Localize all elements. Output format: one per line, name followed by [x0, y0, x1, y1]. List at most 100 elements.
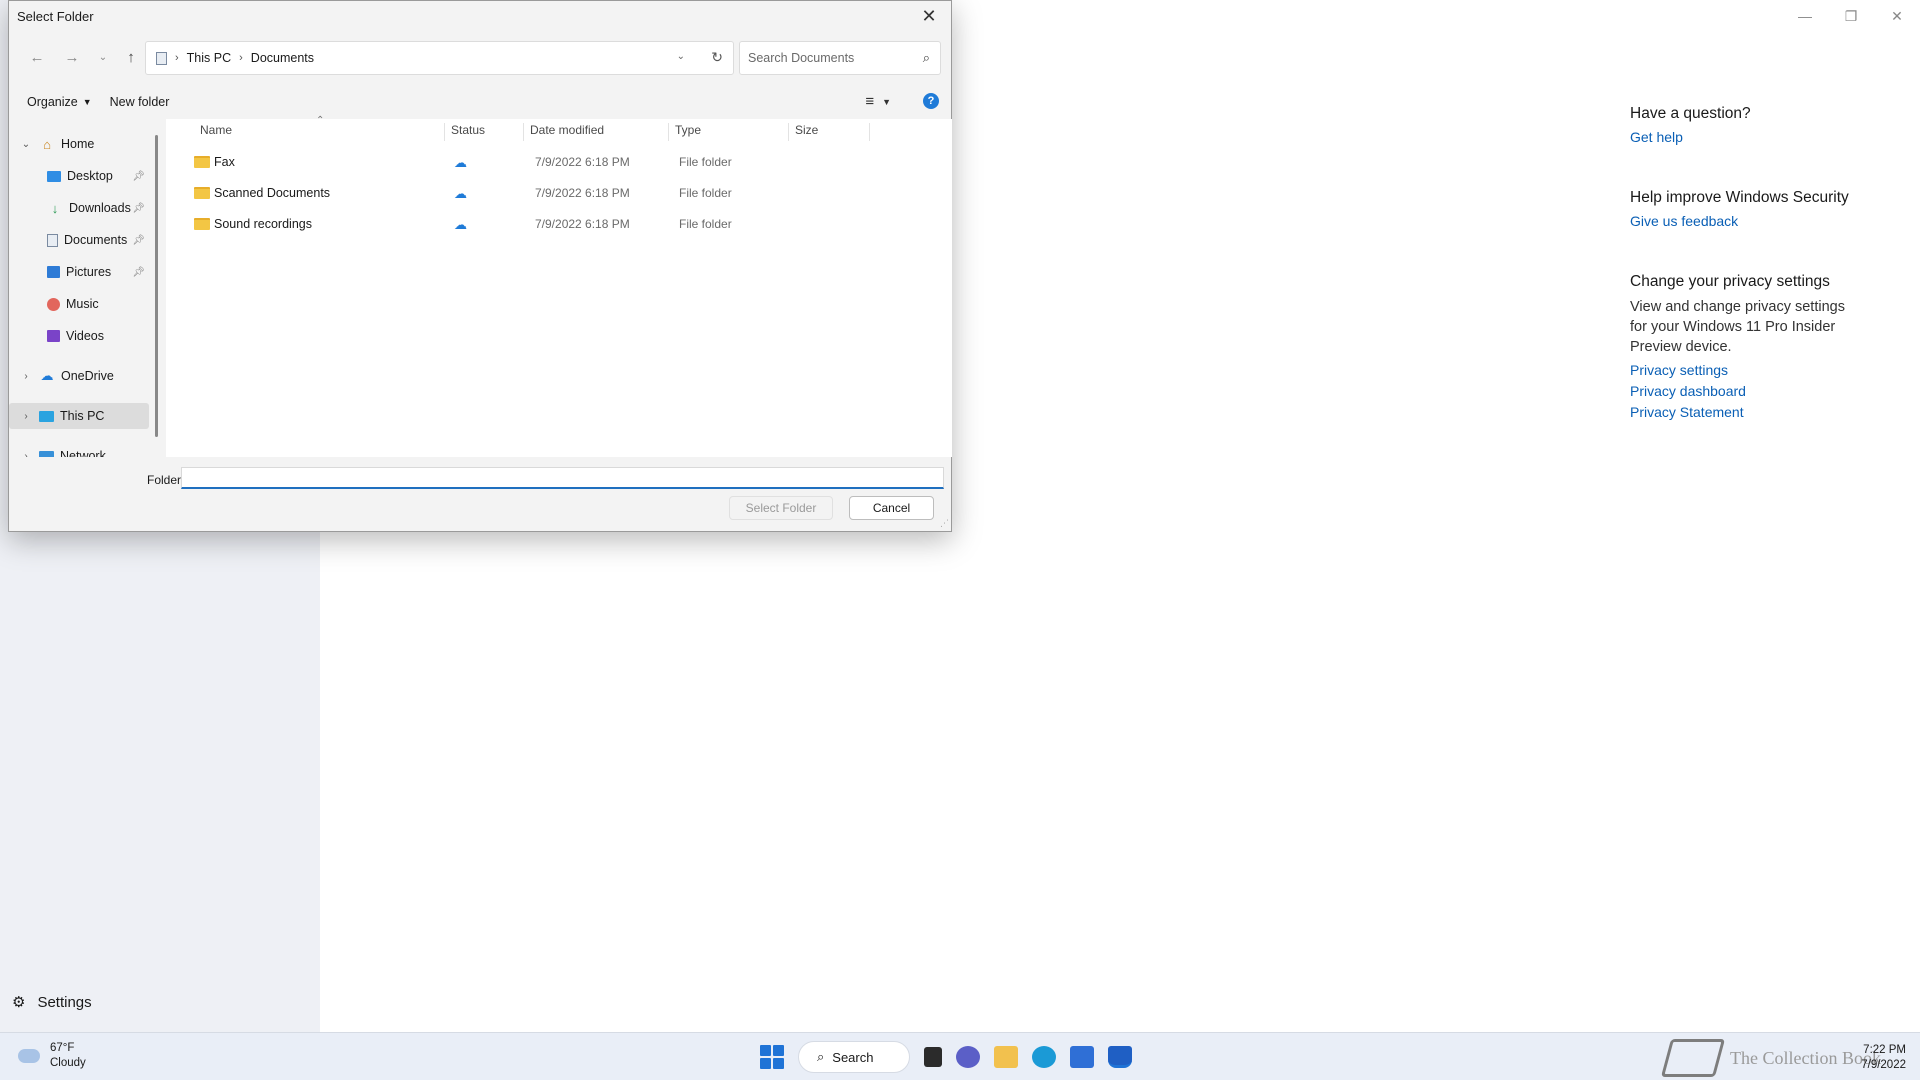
- search-input[interactable]: Search Documents ⌕: [739, 41, 941, 75]
- chevron-down-icon[interactable]: ⌄: [677, 51, 685, 62]
- nav-item-home[interactable]: ⌄ ⌂ Home: [9, 131, 149, 157]
- nav-item-videos[interactable]: Videos: [9, 323, 149, 349]
- column-headers: ⌃ Name Status Date modified Type Size: [166, 115, 952, 141]
- nav-item-label: This PC: [60, 409, 105, 423]
- nav-item-label: Desktop: [67, 169, 113, 183]
- help-icon[interactable]: ?: [923, 93, 939, 109]
- file-date: 7/9/2022 6:18 PM: [535, 217, 630, 231]
- breadcrumb-separator-icon: ›: [239, 52, 243, 64]
- chevron-right-icon[interactable]: ›: [19, 411, 33, 422]
- recent-locations-chevron-icon[interactable]: ⌄: [91, 47, 115, 67]
- windows-security-icon[interactable]: [1108, 1046, 1132, 1068]
- feedback-link[interactable]: Give us feedback: [1630, 213, 1860, 229]
- start-windows-icon[interactable]: [760, 1045, 784, 1069]
- pin-icon: 📌︎: [132, 234, 145, 246]
- nav-item-music[interactable]: Music: [9, 291, 149, 317]
- task-view-icon[interactable]: [924, 1047, 942, 1067]
- organize-label: Organize: [27, 95, 78, 109]
- close-icon[interactable]: ✕: [1874, 0, 1920, 32]
- help-panel: Have a question? Get help Help improve W…: [1630, 105, 1860, 464]
- column-header-size[interactable]: Size: [789, 123, 870, 141]
- caret-down-icon: ▼: [82, 97, 92, 107]
- get-help-link[interactable]: Get help: [1630, 129, 1860, 145]
- file-explorer-icon[interactable]: [994, 1046, 1018, 1068]
- chevron-right-icon[interactable]: ›: [19, 451, 33, 458]
- file-date: 7/9/2022 6:18 PM: [535, 186, 630, 200]
- new-folder-label: New folder: [109, 95, 170, 109]
- organize-button[interactable]: Organize ▼: [18, 95, 101, 109]
- weather-temperature: 67°F: [50, 1042, 75, 1054]
- file-row[interactable]: Fax ☁ 7/9/2022 6:18 PM File folder: [166, 149, 866, 175]
- view-options-button[interactable]: ≡ ▼: [865, 93, 891, 110]
- column-header-date-modified[interactable]: Date modified: [524, 123, 669, 141]
- downloads-icon: ↓: [51, 200, 59, 216]
- close-icon[interactable]: ✕: [907, 1, 951, 31]
- navigation-scrollbar[interactable]: [155, 135, 158, 437]
- taskbar-clock[interactable]: 7:22 PM 7/9/2022: [1861, 1043, 1906, 1073]
- cloudy-weather-icon: [18, 1049, 40, 1063]
- column-header-status[interactable]: Status: [445, 123, 524, 141]
- cancel-button[interactable]: Cancel: [849, 496, 934, 520]
- search-icon[interactable]: ⌕: [923, 50, 930, 66]
- breadcrumb-this-pc[interactable]: This PC: [187, 51, 231, 65]
- dialog-titlebar: Select Folder ✕: [9, 1, 951, 31]
- nav-item-desktop[interactable]: Desktop 📌︎: [9, 163, 149, 189]
- select-folder-button[interactable]: Select Folder: [729, 496, 833, 520]
- taskbar-search-button[interactable]: ⌕ Search: [798, 1041, 910, 1073]
- folder-icon: [194, 187, 210, 199]
- cloud-sync-icon: ☁: [454, 155, 467, 170]
- file-row[interactable]: Scanned Documents ☁ 7/9/2022 6:18 PM Fil…: [166, 180, 866, 206]
- back-arrow-icon[interactable]: ←: [25, 47, 49, 67]
- cloud-sync-icon: ☁: [454, 217, 467, 232]
- folder-name-input[interactable]: [181, 467, 944, 489]
- nav-item-this-pc[interactable]: › This PC: [9, 403, 149, 429]
- chevron-down-icon[interactable]: ⌄: [19, 139, 33, 150]
- documents-location-icon: [156, 51, 167, 65]
- resize-grip-icon[interactable]: ⋰: [940, 518, 949, 529]
- breadcrumb-documents[interactable]: Documents: [251, 51, 314, 65]
- privacy-settings-link[interactable]: Privacy settings: [1630, 362, 1860, 378]
- settings-nav-item[interactable]: ⚙ Settings: [12, 993, 92, 1012]
- chevron-right-icon[interactable]: ›: [19, 371, 33, 382]
- select-folder-dialog: Select Folder ✕ ← → ⌄ ↑ › This PC › Docu…: [8, 0, 952, 532]
- clock-time: 7:22 PM: [1863, 1044, 1906, 1056]
- privacy-dashboard-link[interactable]: Privacy dashboard: [1630, 383, 1860, 399]
- nav-item-onedrive[interactable]: › ☁ OneDrive: [9, 363, 149, 389]
- file-type: File folder: [679, 186, 732, 200]
- file-row[interactable]: Sound recordings ☁ 7/9/2022 6:18 PM File…: [166, 211, 866, 237]
- search-icon: ⌕: [817, 1049, 825, 1064]
- nav-item-network[interactable]: › Network: [9, 443, 149, 457]
- microsoft-store-icon[interactable]: [1070, 1046, 1094, 1068]
- nav-item-pictures[interactable]: Pictures 📌︎: [9, 259, 149, 285]
- nav-item-label: Documents: [64, 233, 128, 247]
- forward-arrow-icon[interactable]: →: [60, 47, 84, 67]
- column-header-name[interactable]: Name: [194, 123, 445, 141]
- nav-item-documents[interactable]: Documents 📌︎: [9, 227, 149, 253]
- folder-icon: [194, 156, 210, 168]
- new-folder-button[interactable]: New folder: [101, 95, 179, 109]
- up-arrow-icon[interactable]: ↑: [119, 47, 143, 67]
- privacy-statement-link[interactable]: Privacy Statement: [1630, 404, 1860, 420]
- folder-icon: [194, 218, 210, 230]
- nav-item-label: Home: [61, 137, 95, 151]
- column-header-type[interactable]: Type: [669, 123, 789, 141]
- restore-icon[interactable]: ❐: [1828, 0, 1874, 32]
- navigation-pane: ⌄ ⌂ Home Desktop 📌︎ ↓ Downloads 📌︎ Docum…: [9, 119, 161, 457]
- home-icon: ⌂: [43, 136, 51, 152]
- minimize-icon[interactable]: —: [1782, 0, 1828, 32]
- command-bar: Organize ▼ New folder ≡ ▼ ?: [9, 87, 951, 117]
- weather-widget[interactable]: 67°F Cloudy: [18, 1041, 86, 1071]
- chat-icon[interactable]: [956, 1046, 980, 1068]
- refresh-icon[interactable]: ↻: [711, 49, 723, 66]
- taskbar-apps: ⌕ Search: [760, 1041, 1132, 1073]
- nav-item-downloads[interactable]: ↓ Downloads 📌︎: [9, 195, 149, 221]
- network-icon: [39, 451, 54, 457]
- settings-label: Settings: [37, 993, 92, 1011]
- edge-browser-icon[interactable]: [1032, 1046, 1056, 1068]
- address-bar[interactable]: › This PC › Documents ⌄ ↻: [145, 41, 734, 75]
- nav-item-label: Downloads: [69, 201, 131, 215]
- system-tray: The Collection Book: [1660, 1039, 1881, 1077]
- file-date: 7/9/2022 6:18 PM: [535, 155, 630, 169]
- navigation-bar: ← → ⌄ ↑ › This PC › Documents ⌄ ↻ Search…: [9, 39, 951, 75]
- watermark-text: The Collection Book: [1730, 1047, 1881, 1068]
